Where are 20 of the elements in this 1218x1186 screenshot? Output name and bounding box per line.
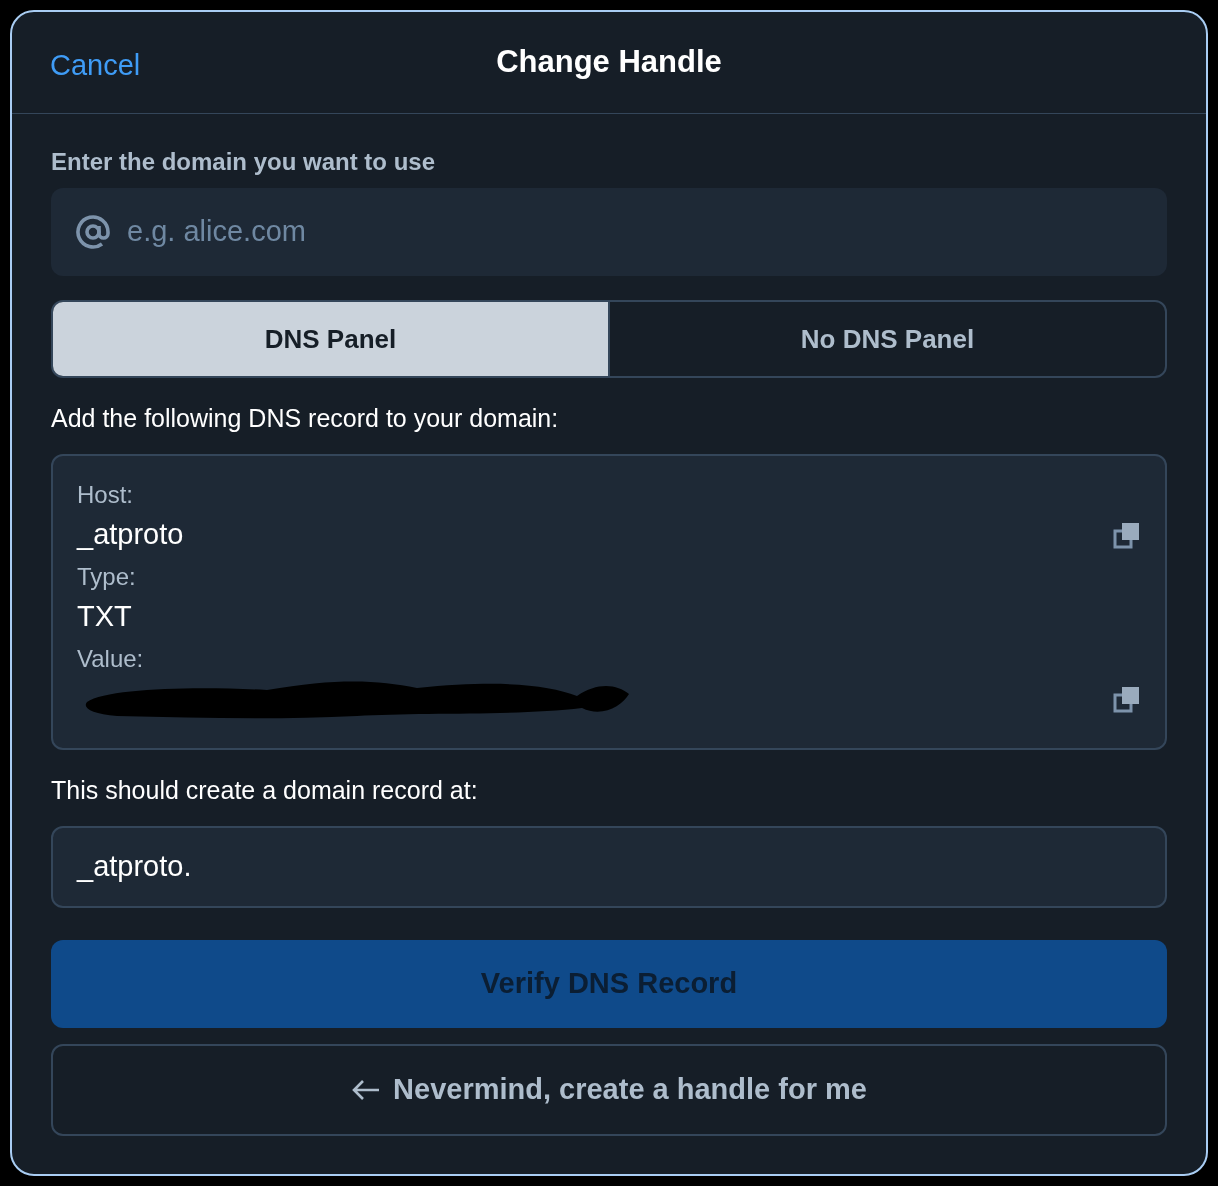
field-label: Enter the domain you want to use [51,147,437,174]
record-value: _atproto [77,517,184,553]
copy-icon[interactable] [1113,521,1141,549]
tab[interactable]: No DNS Panel [608,302,1165,376]
record-label: Value: [77,644,145,674]
instructions-text: Add the following DNS record to your domain: [51,403,560,434]
copy-icon[interactable] [1113,685,1141,713]
record-label: Host: [77,480,134,510]
result-label: This should create a domain record at: [51,775,479,806]
domain-record-field: _atproto. [51,826,1167,908]
arrow-left-icon [351,1078,382,1102]
domain-text-input[interactable]: e.g. alice.com [127,210,1143,254]
nevermind-button[interactable]: Nevermind, create a handle for me [51,1044,1167,1136]
domain-input-field[interactable]: e.g. alice.com [51,188,1167,276]
cancel-button[interactable]: Cancel [50,44,141,88]
tab[interactable]: DNS Panel [53,302,608,376]
dialog-title: Change Handle [496,43,722,82]
record-label: Type: [77,562,137,592]
record-value: TXT [77,599,132,635]
at-sign-icon [75,214,111,250]
